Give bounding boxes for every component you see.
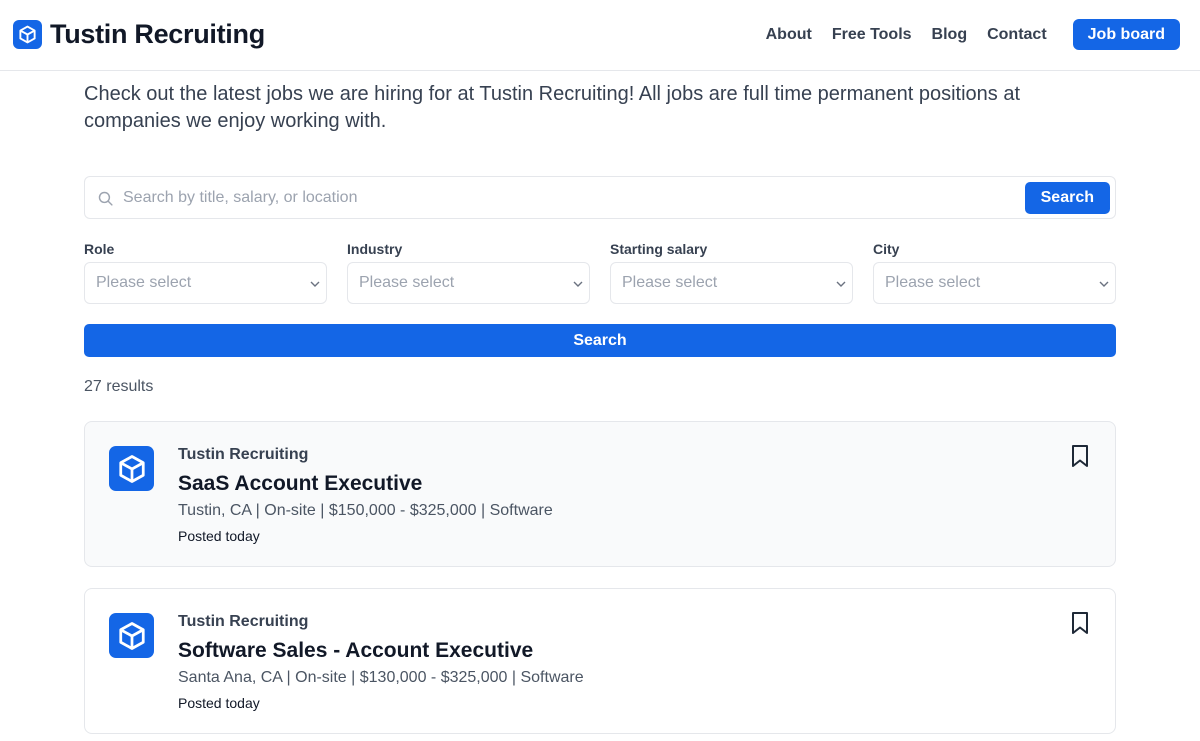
select-value: Please select [622, 274, 718, 291]
filter-label: Starting salary [610, 241, 708, 257]
job-meta: Tustin, CA | On-site | $150,000 - $325,0… [178, 502, 553, 519]
nav-free-tools[interactable]: Free Tools [832, 20, 912, 50]
chevron-down-icon [836, 281, 846, 287]
job-title[interactable]: Software Sales - Account Executive [178, 639, 533, 663]
salary-select[interactable]: Please select [610, 262, 853, 304]
intro-text: Check out the latest jobs we are hiring … [84, 83, 1021, 132]
results-count: 27 results [84, 378, 154, 395]
filter-city: City Please select [873, 240, 1116, 304]
filter-starting-salary: Starting salary Please select [610, 240, 853, 304]
filters: Role Please select Industry Please selec… [84, 240, 1116, 304]
nav-about[interactable]: About [766, 20, 812, 50]
brand-name: Tustin Recruiting [50, 19, 265, 49]
select-value: Please select [885, 274, 981, 291]
main-nav: About Free Tools Blog Contact Job board [766, 19, 1180, 50]
filter-label: City [873, 241, 900, 257]
select-value: Please select [359, 274, 455, 291]
filter-industry: Industry Please select [347, 240, 590, 304]
nav-contact[interactable]: Contact [987, 20, 1047, 50]
select-value: Please select [96, 274, 192, 291]
search-bar: Search [84, 176, 1116, 219]
filter-label: Role [84, 241, 115, 257]
chevron-down-icon [1099, 281, 1109, 287]
filter-role: Role Please select [84, 240, 327, 304]
job-company: Tustin Recruiting [178, 446, 309, 463]
job-posted: Posted today [178, 695, 260, 711]
job-board-button[interactable]: Job board [1072, 19, 1180, 50]
bookmark-icon[interactable] [1070, 444, 1090, 473]
role-select[interactable]: Please select [84, 262, 327, 304]
job-title[interactable]: SaaS Account Executive [178, 472, 422, 496]
chevron-down-icon [573, 281, 583, 287]
job-card[interactable]: Tustin Recruiting Software Sales - Accou… [84, 588, 1116, 734]
job-company: Tustin Recruiting [178, 613, 309, 630]
search-all-button[interactable]: Search [84, 324, 1116, 357]
job-posted: Posted today [178, 528, 260, 544]
filter-label: Industry [347, 241, 403, 257]
brand[interactable]: Tustin Recruiting [13, 19, 265, 50]
job-card[interactable]: Tustin Recruiting SaaS Account Executive… [84, 421, 1116, 567]
industry-select[interactable]: Please select [347, 262, 590, 304]
search-button[interactable]: Search [1024, 182, 1110, 214]
cube-icon [109, 446, 154, 491]
site-header: Tustin Recruiting About Free Tools Blog … [0, 0, 1200, 71]
cube-icon [109, 613, 154, 658]
search-icon [97, 190, 114, 212]
job-meta: Santa Ana, CA | On-site | $130,000 - $32… [178, 669, 584, 686]
city-select[interactable]: Please select [873, 262, 1116, 304]
search-input[interactable] [123, 182, 1013, 214]
bookmark-icon[interactable] [1070, 611, 1090, 640]
chevron-down-icon [310, 281, 320, 287]
cube-icon [13, 20, 42, 49]
nav-blog[interactable]: Blog [932, 20, 968, 50]
